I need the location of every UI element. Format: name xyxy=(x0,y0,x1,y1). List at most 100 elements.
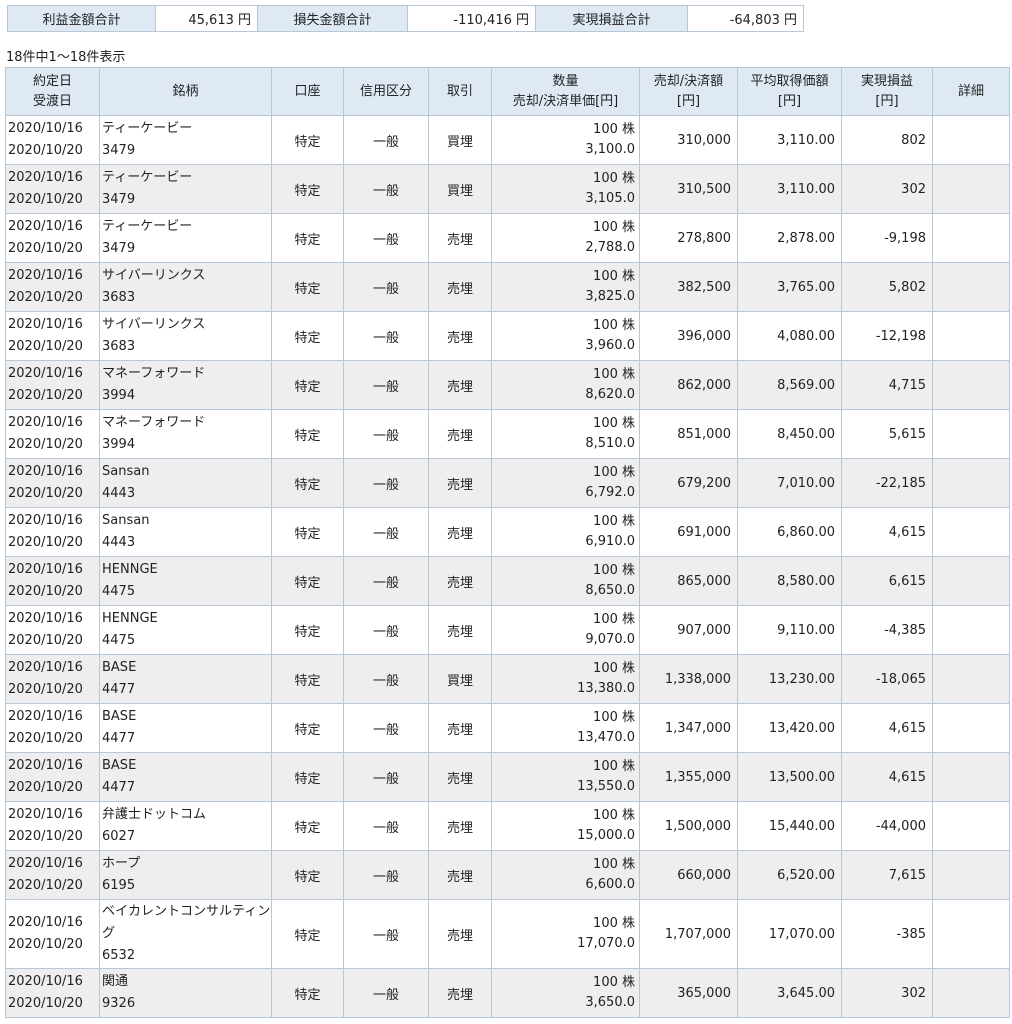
table-row: 2020/10/16 2020/10/20 HENNGE 4475 特定 一般 売埋 100 … xyxy=(5,556,1010,606)
realized-pl-cell: -22,185 xyxy=(841,458,933,508)
table-row: 2020/10/16 2020/10/20 BASE 4477 特定 一般 売埋 100 株1… xyxy=(5,703,1010,753)
stock-name: サイバーリンクス xyxy=(102,317,206,332)
credit-cell: 一般 xyxy=(343,164,429,214)
table-row: 2020/10/16 2020/10/20 BASE 4477 特定 一般 売埋 100 株1… xyxy=(5,752,1010,802)
profit-total-label: 利益金額合計 xyxy=(7,5,156,32)
header-trade: 取引 xyxy=(428,67,492,116)
quantity: 100 株 xyxy=(593,857,635,872)
quantity: 100 株 xyxy=(593,759,635,774)
amount-cell: 278,800 xyxy=(639,213,738,263)
stock-name: マネーフォワード xyxy=(102,415,206,430)
header-avg-line2: [円] xyxy=(777,93,802,109)
qty-cell: 100 株 13,470.0 xyxy=(491,703,640,753)
stock-code: 6027 xyxy=(102,829,136,844)
detail-cell xyxy=(932,801,1010,851)
date-cell: 2020/10/16 2020/10/20 xyxy=(5,262,100,312)
avg-price-cell: 13,500.00 xyxy=(737,752,842,802)
realized-pl-cell: -18,065 xyxy=(841,654,933,704)
credit-cell: 一般 xyxy=(343,654,429,704)
amount-cell: 382,500 xyxy=(639,262,738,312)
date-cell: 2020/10/16 2020/10/20 xyxy=(5,654,100,704)
account-cell: 特定 xyxy=(271,115,344,165)
date-cell: 2020/10/16 2020/10/20 xyxy=(5,752,100,802)
table-row: 2020/10/16 2020/10/20 HENNGE 4475 特定 一般 売埋 100 … xyxy=(5,605,1010,655)
detail-cell xyxy=(932,164,1010,214)
name-cell: ティーケービー 3479 xyxy=(99,164,272,214)
loss-total-label: 損失金額合計 xyxy=(257,5,408,32)
stock-code: 3994 xyxy=(102,388,136,403)
account-cell: 特定 xyxy=(271,968,344,1018)
amount-cell: 1,355,000 xyxy=(639,752,738,802)
table-row: 2020/10/16 2020/10/20 ティーケービー 3479 特定 一般 買埋 100… xyxy=(5,164,1010,214)
detail-cell xyxy=(932,458,1010,508)
stock-name: ベイカレントコンサルティング xyxy=(102,904,271,941)
table-row: 2020/10/16 2020/10/20 サイバーリンクス 3683 特定 一般 売埋 10… xyxy=(5,262,1010,312)
header-amount-line2: [円] xyxy=(676,93,701,109)
trade-date: 2020/10/16 xyxy=(8,974,83,989)
stock-name: ティーケービー xyxy=(102,121,193,136)
account-cell: 特定 xyxy=(271,262,344,312)
trade-cell: 売埋 xyxy=(428,752,492,802)
avg-price-cell: 6,860.00 xyxy=(737,507,842,557)
avg-price-cell: 13,420.00 xyxy=(737,703,842,753)
stock-code: 4477 xyxy=(102,731,136,746)
realized-pl-cell: 4,615 xyxy=(841,703,933,753)
settle-date: 2020/10/20 xyxy=(8,633,83,648)
amount-cell: 310,500 xyxy=(639,164,738,214)
name-cell: 関通 9326 xyxy=(99,968,272,1018)
stock-name: ティーケービー xyxy=(102,170,193,185)
trade-date: 2020/10/16 xyxy=(8,660,83,675)
unit-price: 8,650.0 xyxy=(585,583,635,598)
quantity: 100 株 xyxy=(593,220,635,235)
header-credit: 信用区分 xyxy=(343,67,429,116)
trade-date: 2020/10/16 xyxy=(8,170,83,185)
settle-date: 2020/10/20 xyxy=(8,486,83,501)
header-date: 約定日 受渡日 xyxy=(5,67,100,116)
realized-pl-cell: 4,615 xyxy=(841,507,933,557)
detail-cell xyxy=(932,360,1010,410)
realized-pl-cell: -12,198 xyxy=(841,311,933,361)
amount-cell: 310,000 xyxy=(639,115,738,165)
table-row: 2020/10/16 2020/10/20 Sansan 4443 特定 一般 売埋 100 … xyxy=(5,507,1010,557)
trade-cell: 売埋 xyxy=(428,556,492,606)
stock-name: サイバーリンクス xyxy=(102,268,206,283)
settle-date: 2020/10/20 xyxy=(8,143,83,158)
avg-price-cell: 8,450.00 xyxy=(737,409,842,459)
stock-code: 3479 xyxy=(102,192,136,207)
trade-cell: 買埋 xyxy=(428,164,492,214)
qty-cell: 100 株 13,380.0 xyxy=(491,654,640,704)
realized-pl-cell: 302 xyxy=(841,164,933,214)
credit-cell: 一般 xyxy=(343,850,429,900)
trade-cell: 売埋 xyxy=(428,458,492,508)
name-cell: マネーフォワード 3994 xyxy=(99,409,272,459)
qty-cell: 100 株 8,510.0 xyxy=(491,409,640,459)
credit-cell: 一般 xyxy=(343,556,429,606)
table-row: 2020/10/16 2020/10/20 関通 9326 特定 一般 売埋 100 株 3,6… xyxy=(5,968,1010,1018)
realized-pl-cell: 5,615 xyxy=(841,409,933,459)
trade-cell: 買埋 xyxy=(428,654,492,704)
stock-code: 4475 xyxy=(102,584,136,599)
name-cell: マネーフォワード 3994 xyxy=(99,360,272,410)
trade-date: 2020/10/16 xyxy=(8,807,83,822)
qty-cell: 100 株 8,620.0 xyxy=(491,360,640,410)
trade-cell: 売埋 xyxy=(428,213,492,263)
quantity: 100 株 xyxy=(593,661,635,676)
stock-name: マネーフォワード xyxy=(102,366,206,381)
header-pl-line2: [円] xyxy=(875,93,899,109)
header-detail: 詳細 xyxy=(932,67,1010,116)
table-row: 2020/10/16 2020/10/20 ホープ 6195 特定 一般 売埋 100 株 6,… xyxy=(5,850,1010,900)
trade-cell: 売埋 xyxy=(428,409,492,459)
quantity: 100 株 xyxy=(593,612,635,627)
amount-cell: 1,338,000 xyxy=(639,654,738,704)
realized-total-value: -64,803 円 xyxy=(687,5,804,32)
stock-code: 6532 xyxy=(102,948,136,963)
stock-name: ティーケービー xyxy=(102,219,193,234)
name-cell: ティーケービー 3479 xyxy=(99,115,272,165)
realized-pl-cell: 4,615 xyxy=(841,752,933,802)
date-cell: 2020/10/16 2020/10/20 xyxy=(5,213,100,263)
avg-price-cell: 2,878.00 xyxy=(737,213,842,263)
unit-price: 6,600.0 xyxy=(585,877,635,892)
header-qty: 数量 売却/決済単価[円] xyxy=(491,67,640,116)
unit-price: 13,550.0 xyxy=(577,779,635,794)
realized-pl-cell: 802 xyxy=(841,115,933,165)
